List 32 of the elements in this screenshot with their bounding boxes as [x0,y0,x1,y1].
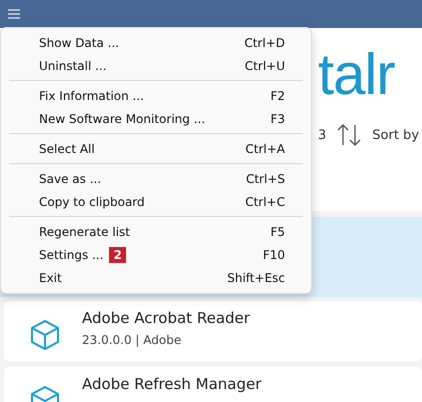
menu-item[interactable]: Regenerate list F5 [1,220,311,243]
menu-item[interactable]: Uninstall ... Ctrl+U [1,54,311,77]
menu-item[interactable]: Copy to clipboard Ctrl+C [1,190,311,213]
menu-item[interactable]: Select All Ctrl+A [1,137,311,160]
sort-button[interactable]: Sort by [372,128,420,142]
menu-item[interactable]: Exit Shift+Esc [1,266,311,289]
shortcut-text: F5 [270,224,285,238]
app-details: 23.0.0.0 | Adobe [82,333,182,347]
shortcut-text: F2 [270,88,285,102]
shortcut-text: Ctrl+S [246,172,285,186]
menu-item[interactable]: Fix Information ... F2 [1,84,311,107]
shortcut-text: Ctrl+U [244,58,285,72]
shortcut-text: Shift+Esc [227,270,285,284]
sort-icon[interactable] [336,123,362,147]
app-name: Adobe Refresh Manager [82,375,262,393]
logo: talr [318,40,395,108]
count-text: 3 [318,128,326,142]
app-card[interactable]: Adobe Refresh Manager [4,367,422,402]
menu-icon[interactable] [8,9,20,19]
shortcut-text: F10 [262,248,285,262]
cube-icon [30,319,60,351]
menu-item[interactable]: Save as ... Ctrl+S [1,167,311,190]
shortcut-text: Ctrl+C [245,194,285,208]
app-name: Adobe Acrobat Reader [82,309,250,327]
menu-item[interactable]: New Software Monitoring ... F3 [1,107,311,130]
menu-item[interactable]: Settings ... 2 F10 [1,243,311,266]
menu-item[interactable]: Show Data ... Ctrl+D [1,31,311,54]
number-badge: 2 [109,246,126,262]
app-card[interactable]: Adobe Acrobat Reader 23.0.0.0 | Adobe [4,301,422,361]
shortcut-text: Ctrl+D [244,36,285,50]
shortcut-text: Ctrl+A [245,142,285,156]
shortcut-text: F3 [270,112,285,126]
